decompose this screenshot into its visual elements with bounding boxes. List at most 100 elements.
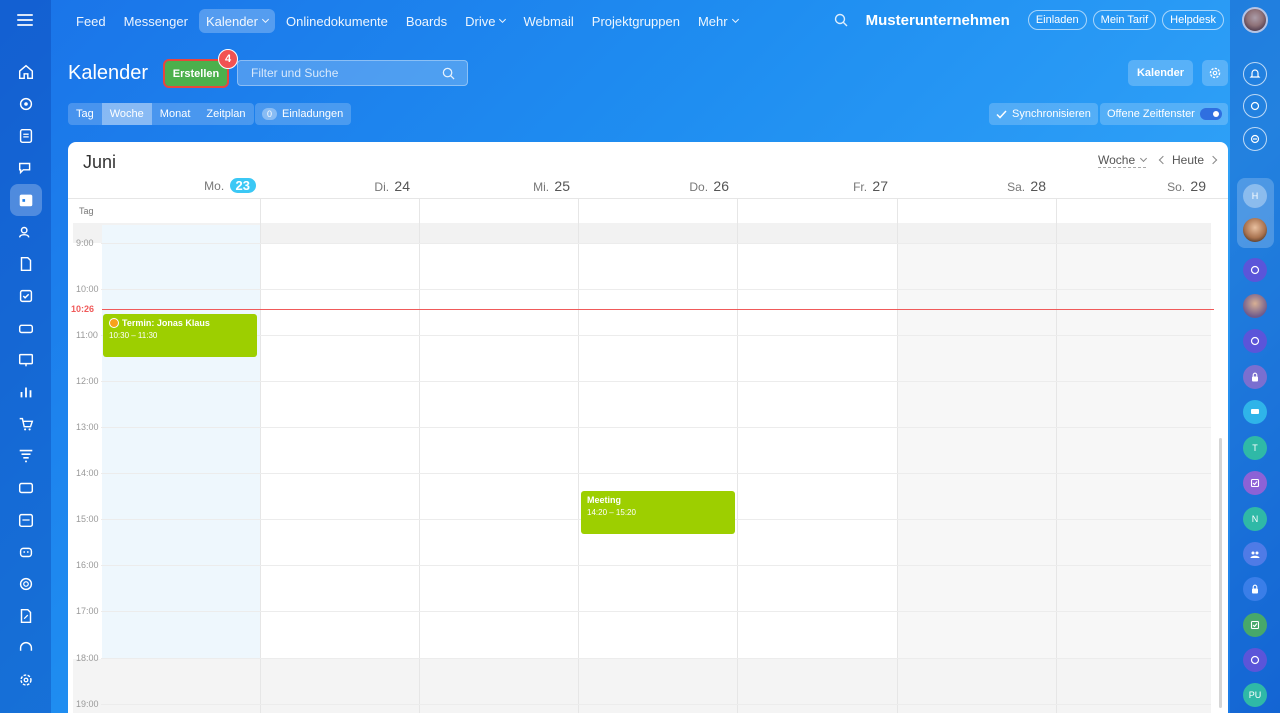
hour-line (101, 473, 1211, 474)
chat-avatar-h[interactable]: H (1243, 184, 1267, 208)
openline-icon[interactable] (1243, 258, 1267, 282)
chat-avatar-user-2[interactable] (1243, 294, 1267, 318)
invite-button[interactable]: Einladen (1027, 10, 1087, 30)
chat-avatar-t[interactable]: T (1243, 436, 1267, 460)
tariff-button[interactable]: Mein Tarif (1092, 10, 1157, 30)
settings-icon[interactable] (10, 664, 42, 696)
lock-icon[interactable] (1243, 365, 1267, 389)
company-name[interactable]: Musterunternehmen (866, 12, 1010, 29)
drive-icon[interactable] (10, 312, 42, 344)
free-slots-toggle[interactable]: Offene Zeitfenster (1100, 103, 1228, 125)
target-icon[interactable] (10, 568, 42, 600)
prev-week-icon[interactable] (1158, 155, 1168, 165)
chat-bubble-icon[interactable] (1243, 400, 1267, 424)
sync-button[interactable]: Synchronisieren (989, 103, 1098, 125)
copilot-icon[interactable] (1243, 94, 1267, 118)
menu-icon[interactable] (17, 14, 33, 26)
day-number: 27 (872, 178, 888, 194)
invitations-button[interactable]: 0 Einladungen (255, 103, 352, 125)
tab-week[interactable]: Woche (101, 103, 152, 125)
day-header-tue[interactable]: Di. 24 (338, 178, 410, 194)
search-box[interactable] (237, 60, 468, 86)
hour-line (101, 381, 1211, 382)
funnel-icon[interactable] (10, 440, 42, 472)
day-header-fri[interactable]: Fr. 27 (816, 178, 888, 194)
openline-icon[interactable] (1243, 648, 1267, 672)
cart-icon[interactable] (10, 408, 42, 440)
date-navigation: Heute (1158, 153, 1218, 167)
group-chat-icon[interactable] (1243, 542, 1267, 566)
nav-feed[interactable]: Feed (69, 9, 113, 33)
search-icon[interactable] (834, 13, 848, 27)
headset-icon[interactable] (10, 632, 42, 664)
day-header-mon[interactable]: Mo. 23 (178, 178, 256, 193)
day-header-sat[interactable]: Sa. 28 (973, 178, 1046, 194)
all-day-row[interactable]: Tag (68, 199, 1228, 225)
documents-icon[interactable] (10, 248, 42, 280)
schedule-icon[interactable] (10, 504, 42, 536)
day-name: Mi. (533, 180, 550, 194)
tab-schedule[interactable]: Zeitplan (198, 103, 253, 125)
calendar-icon[interactable] (10, 184, 42, 216)
calendar-button[interactable]: Kalender (1128, 60, 1193, 86)
hour-label: 11:00 (76, 330, 98, 340)
create-button[interactable]: Erstellen (163, 59, 229, 88)
avatar-initials: N (1251, 514, 1259, 524)
lock-icon[interactable] (1243, 577, 1267, 601)
day-name: Mo. (204, 179, 225, 193)
day-header-thu[interactable]: Do. 26 (656, 178, 729, 194)
analytics-icon[interactable] (10, 376, 42, 408)
current-time-line (102, 309, 1214, 310)
nav-online-documents[interactable]: Onlinedokumente (279, 9, 395, 33)
task-icon[interactable] (1243, 613, 1267, 637)
home-icon[interactable] (10, 56, 42, 88)
tab-month[interactable]: Monat (152, 103, 199, 125)
chat-search-icon[interactable] (1243, 127, 1267, 151)
tasks-icon[interactable] (10, 120, 42, 152)
chat-avatar-n[interactable]: N (1243, 507, 1267, 531)
day-header-wed[interactable]: Mi. 25 (498, 178, 570, 194)
chat-avatar-user[interactable] (1243, 218, 1267, 242)
tab-day[interactable]: Tag (68, 103, 102, 125)
scrollbar[interactable] (1219, 438, 1222, 708)
week-selector[interactable]: Woche (1098, 153, 1148, 168)
nav-drive[interactable]: Drive (458, 9, 512, 33)
board-icon[interactable] (10, 344, 42, 376)
search-icon[interactable] (442, 67, 455, 80)
left-sidebar (0, 0, 51, 713)
day-number: 28 (1030, 178, 1046, 194)
nav-boards[interactable]: Boards (399, 9, 454, 33)
contacts-icon[interactable] (10, 216, 42, 248)
chat-avatar-pu[interactable]: PU (1243, 683, 1267, 707)
nav-more[interactable]: Mehr (691, 9, 745, 33)
week-grid[interactable]: Tag 9:00 10:00 11:00 12:00 13:00 14:00 1… (68, 198, 1228, 713)
bell-icon[interactable] (1243, 62, 1267, 86)
today-button[interactable]: Heute (1172, 153, 1204, 167)
feed-icon[interactable] (10, 88, 42, 120)
hour-line (101, 704, 1211, 705)
checklist-icon[interactable] (10, 280, 42, 312)
nav-webmail[interactable]: Webmail (516, 9, 580, 33)
settings-button[interactable] (1202, 60, 1228, 86)
column-divider (1056, 199, 1057, 713)
hour-label: 14:00 (76, 468, 99, 478)
day-header-sun[interactable]: So. 29 (1130, 178, 1206, 194)
openline-icon[interactable] (1243, 329, 1267, 353)
event-appointment[interactable]: Termin: Jonas Klaus 10:30 – 11:30 (103, 314, 257, 357)
day-name: Sa. (1007, 180, 1026, 194)
next-week-icon[interactable] (1208, 155, 1218, 165)
task-icon[interactable] (1243, 471, 1267, 495)
calendar-panel: Juni Woche Heute Mo. 23 Di. 24 Mi. 25 Do… (68, 142, 1228, 713)
event-meeting[interactable]: Meeting 14:20 – 15:20 (581, 491, 735, 534)
card-icon[interactable] (10, 472, 42, 504)
search-input[interactable] (238, 61, 438, 85)
step-badge: 4 (218, 49, 238, 69)
toggle-switch[interactable] (1200, 108, 1222, 120)
nav-workgroups[interactable]: Projektgruppen (585, 9, 687, 33)
helpdesk-button[interactable]: Helpdesk (1162, 10, 1224, 30)
nav-calendar[interactable]: Kalender (198, 9, 275, 33)
chat-icon[interactable] (10, 152, 42, 184)
sign-icon[interactable] (10, 600, 42, 632)
robot-icon[interactable] (10, 536, 42, 568)
nav-messenger[interactable]: Messenger (117, 9, 195, 33)
